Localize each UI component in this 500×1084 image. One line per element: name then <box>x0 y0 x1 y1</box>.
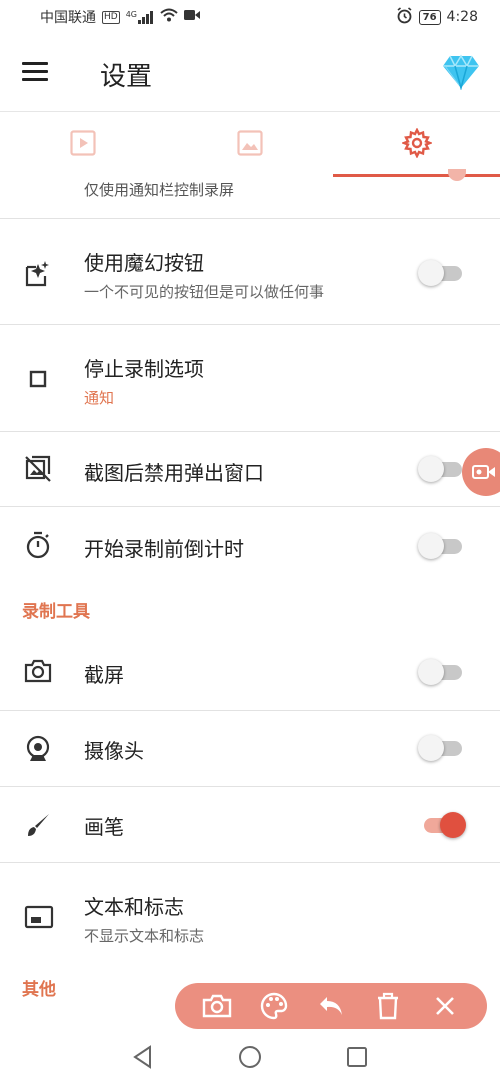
video-icon <box>70 129 96 160</box>
tab-bar <box>0 112 500 177</box>
screenshot-tool-label: 截屏 <box>84 663 124 687</box>
diamond-icon[interactable] <box>442 54 480 91</box>
floating-tool-bar <box>175 983 487 1029</box>
timer-icon <box>24 531 52 559</box>
clock: 4:28 <box>446 9 478 25</box>
text-logo-label: 文本和标志 <box>84 895 184 919</box>
countdown-toggle[interactable] <box>418 531 464 561</box>
back-icon[interactable] <box>130 1044 156 1070</box>
app-toolbar: 设置 <box>0 34 500 112</box>
settings-list: 仅使用通知栏控制录屏 使用魔幻按钮 一个不可见的按钮但是可以做任何事 停止录制选… <box>0 169 500 1011</box>
text-logo-sub: 不显示文本和标志 <box>84 927 205 945</box>
camera-icon <box>24 657 52 685</box>
home-icon[interactable] <box>237 1044 263 1070</box>
close-icon[interactable] <box>428 989 462 1023</box>
status-left: 中国联通 HD 4G <box>40 7 200 27</box>
notification-control-sub: 仅使用通知栏控制录屏 <box>84 181 235 199</box>
section-header-other: 其他 <box>22 980 56 1000</box>
palette-icon[interactable] <box>257 989 291 1023</box>
camera-tool-row[interactable]: 摄像头 <box>0 711 500 787</box>
camera-tool-toggle[interactable] <box>418 733 464 763</box>
camera-tool-label: 摄像头 <box>84 739 144 763</box>
tab-settings[interactable] <box>333 112 500 177</box>
battery-icon: 76 <box>418 9 441 25</box>
disable-popup-toggle[interactable] <box>418 454 464 484</box>
tab-images[interactable] <box>167 112 334 177</box>
magic-button-icon <box>24 260 52 288</box>
status-right: 76 4:28 <box>396 6 478 28</box>
magic-button-sub: 一个不可见的按钮但是可以做任何事 <box>84 283 325 301</box>
video-record-status-icon <box>184 9 200 25</box>
screenshot-tool-toggle[interactable] <box>418 657 464 687</box>
magic-button-toggle[interactable] <box>418 258 464 288</box>
hd-badge: HD <box>102 10 120 24</box>
signal-icon: 4G <box>125 9 154 24</box>
magic-button-label: 使用魔幻按钮 <box>84 251 204 275</box>
disable-popup-label: 截图后禁用弹出窗口 <box>84 461 264 485</box>
brush-tool-label: 画笔 <box>84 815 124 839</box>
screenshot-tool-row[interactable]: 截屏 <box>0 635 500 711</box>
page-title: 设置 <box>100 62 153 92</box>
battery-level: 76 <box>422 11 437 23</box>
webcam-icon <box>24 735 52 763</box>
countdown-row[interactable]: 开始录制前倒计时 <box>0 507 500 585</box>
hamburger-menu-icon[interactable] <box>22 59 56 87</box>
brush-tool-row[interactable]: 画笔 <box>0 787 500 863</box>
recents-icon[interactable] <box>344 1044 370 1070</box>
brush-icon <box>24 811 52 839</box>
stop-recording-options-value: 通知 <box>84 389 115 407</box>
gear-icon <box>400 126 434 162</box>
toggle-partial[interactable] <box>448 169 466 181</box>
wifi-icon <box>160 8 178 26</box>
system-nav-bar <box>0 1030 500 1084</box>
brush-tool-toggle[interactable] <box>418 810 466 840</box>
carrier-label: 中国联通 <box>40 10 96 26</box>
network-type: 4G <box>125 9 137 19</box>
text-logo-row[interactable]: 文本和标志 不显示文本和标志 <box>0 863 500 971</box>
stop-recording-options-row[interactable]: 停止录制选项 通知 <box>0 325 500 432</box>
magic-button-row[interactable]: 使用魔幻按钮 一个不可见的按钮但是可以做任何事 <box>0 219 500 325</box>
alarm-icon <box>396 6 413 28</box>
trash-icon[interactable] <box>371 989 405 1023</box>
image-icon <box>237 129 263 160</box>
countdown-label: 开始录制前倒计时 <box>84 537 244 561</box>
disable-popup-row[interactable]: 截图后禁用弹出窗口 <box>0 432 500 507</box>
status-bar: 中国联通 HD 4G 76 4:28 <box>0 0 500 34</box>
section-header-recording-tools: 录制工具 <box>22 602 90 622</box>
recording-tools-section: 录制工具 <box>0 585 500 635</box>
stop-recording-options-label: 停止录制选项 <box>84 357 204 381</box>
undo-icon[interactable] <box>314 989 348 1023</box>
camera-icon[interactable] <box>200 989 234 1023</box>
video-camera-icon <box>472 462 496 486</box>
no-screenshot-popup-icon <box>24 455 52 483</box>
picture-in-picture-icon <box>24 903 54 931</box>
notification-control-row[interactable]: 仅使用通知栏控制录屏 <box>0 169 500 219</box>
stop-square-icon <box>24 365 52 393</box>
tab-videos[interactable] <box>0 112 167 177</box>
